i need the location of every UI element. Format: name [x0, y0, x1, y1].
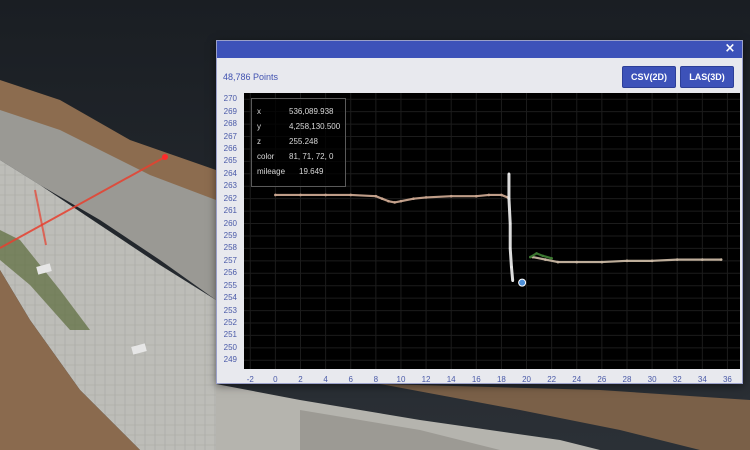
- profile-point: [675, 258, 679, 261]
- profile-point: [508, 222, 512, 225]
- y-tick-label: 265: [223, 156, 237, 166]
- y-tick-label: 267: [223, 131, 237, 141]
- profile-point: [299, 193, 302, 197]
- profile-point: [274, 193, 277, 197]
- y-tick-label: 257: [223, 255, 237, 265]
- profile-point: [719, 258, 723, 261]
- y-tick-label: 259: [223, 230, 237, 240]
- profile-point: [349, 193, 353, 197]
- x-tick-label: 4: [323, 375, 328, 384]
- y-tick-label: 253: [223, 305, 237, 315]
- profile-point: [393, 201, 396, 204]
- y-tick-label: 261: [223, 206, 237, 216]
- y-tick-label: 266: [223, 143, 237, 153]
- profile-point: [507, 172, 511, 176]
- measure-point: [162, 154, 168, 160]
- profile-point: [412, 197, 415, 200]
- profile-point: [575, 260, 579, 264]
- x-tick-label: 8: [373, 375, 379, 384]
- y-tick-label: 269: [223, 106, 237, 116]
- profile-point: [541, 254, 545, 258]
- profile-point: [507, 197, 511, 200]
- y-tick-label: 251: [223, 330, 237, 340]
- profile-point: [374, 194, 378, 198]
- profile-point: [550, 257, 553, 260]
- profile-point: [510, 265, 513, 269]
- profile-point: [424, 196, 428, 199]
- x-tick-label: 36: [722, 375, 732, 384]
- profile-point: [508, 247, 512, 250]
- profile-point: [556, 260, 560, 264]
- profile-point: [528, 255, 532, 259]
- info-color-label: color: [257, 152, 275, 161]
- x-tick-label: 6: [348, 375, 353, 384]
- y-tick-label: 249: [223, 355, 237, 365]
- profile-point: [500, 193, 503, 197]
- y-tick-label: 258: [223, 243, 237, 253]
- x-tick-label: 12: [421, 375, 431, 384]
- profile-point: [535, 252, 538, 255]
- profile-point: [380, 197, 384, 200]
- profile-point: [475, 194, 478, 198]
- y-tick-label: 255: [223, 280, 237, 290]
- info-y-value: 4,258,130.500: [289, 122, 341, 131]
- info-x-label: x: [257, 107, 261, 116]
- profile-point: [701, 258, 704, 261]
- points-count: 48,786 Points: [223, 72, 279, 82]
- x-tick-label: 18: [496, 375, 506, 384]
- profile-point: [600, 260, 604, 264]
- x-tick-label: 2: [298, 375, 303, 384]
- profile-point: [544, 258, 547, 261]
- x-tick-label: 10: [396, 375, 406, 384]
- info-x-value: 536,089.938: [289, 107, 334, 116]
- info-mileage-label: mileage: [257, 167, 286, 176]
- x-tick-label: 28: [622, 375, 632, 384]
- y-tick-label: 263: [223, 181, 237, 191]
- x-tick-label: -2: [246, 375, 254, 384]
- x-tick-label: 0: [273, 375, 278, 384]
- info-y-label: y: [257, 122, 261, 131]
- y-tick-label: 250: [223, 342, 237, 352]
- x-tick-label: 30: [647, 375, 657, 384]
- profile-dialog: × 48,786 Points CSV(2D) LAS(3D) 270 269 26…: [216, 40, 743, 384]
- y-tick-label: 260: [223, 218, 237, 228]
- selected-point-marker[interactable]: [518, 278, 527, 287]
- y-tick-label: 256: [223, 268, 237, 278]
- info-mileage-value: 19.649: [299, 167, 324, 176]
- info-z-label: z: [257, 137, 261, 146]
- profile-series-1: [507, 173, 515, 281]
- x-tick-label: 16: [471, 375, 481, 384]
- y-tick-label: 262: [223, 193, 237, 203]
- dialog-titlebar: ×: [217, 41, 742, 58]
- y-tick-label: 268: [223, 119, 237, 129]
- info-z-value: 255.248: [289, 137, 318, 146]
- x-tick-label: 32: [672, 375, 682, 384]
- y-axis: 270 269 268 267 266 265 264 263 262 261 260 259 258 2…: [217, 93, 239, 369]
- csv-export-button[interactable]: CSV(2D): [622, 66, 676, 88]
- x-tick-label: 24: [572, 375, 582, 384]
- y-tick-label: 254: [223, 293, 237, 303]
- x-tick-label: 34: [697, 375, 707, 384]
- profile-point: [449, 194, 453, 198]
- profile-point: [399, 199, 403, 203]
- info-color-value: 81, 71, 72, 0: [289, 152, 334, 161]
- x-tick-label: 14: [446, 375, 456, 384]
- point-info-box: x 536,089.938 y 4,258,130.500 z 255.248 …: [251, 98, 346, 187]
- profile-point: [511, 279, 515, 283]
- x-tick-label: 26: [597, 375, 607, 384]
- y-tick-label: 270: [223, 94, 237, 104]
- y-tick-label: 252: [223, 318, 237, 327]
- x-tick-label: 22: [547, 375, 557, 384]
- profile-plot[interactable]: x 536,089.938 y 4,258,130.500 z 255.248 …: [244, 93, 740, 369]
- profile-point: [387, 199, 390, 203]
- close-icon[interactable]: ×: [723, 42, 737, 56]
- profile-point: [650, 259, 654, 263]
- x-tick-label: 20: [522, 375, 531, 384]
- las-export-button[interactable]: LAS(3D): [680, 66, 734, 88]
- profile-point: [324, 193, 327, 197]
- y-tick-label: 264: [223, 168, 237, 178]
- profile-point: [625, 259, 629, 263]
- profile-point: [487, 193, 491, 197]
